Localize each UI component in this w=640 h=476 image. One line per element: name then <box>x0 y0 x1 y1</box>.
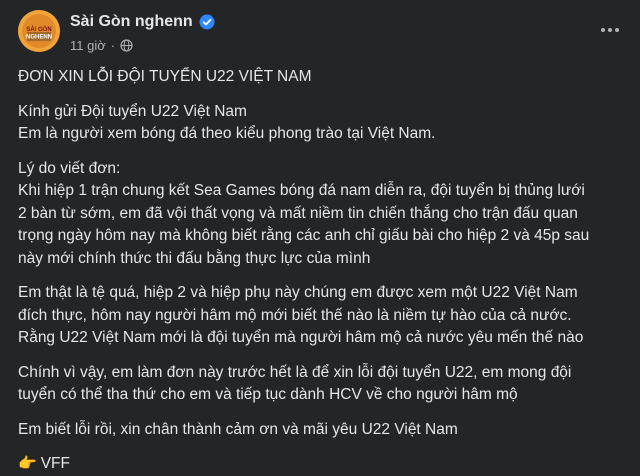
paragraph-closing: Em biết lỗi rồi, xin chân thành cảm ơn v… <box>18 419 628 442</box>
text-line: Rằng U22 Việt Nam mới là đội tuyển mà ng… <box>18 329 584 346</box>
text-line: tuyển có thể tha thứ cho em và tiếp tục … <box>18 386 518 403</box>
more-options-button[interactable] <box>596 20 624 40</box>
post-title: ĐƠN XIN LỖI ĐỘI TUYỂN U22 VIỆT NAM <box>18 68 312 85</box>
text-line: này mới chính thức thi đấu bằng thực lực… <box>18 249 371 267</box>
paragraph-apology: Em thật là tệ quá, hiệp 2 và hiệp phụ nà… <box>18 282 628 350</box>
avatar-text-bottom: NGHENN <box>26 35 52 41</box>
post-body: ĐƠN XIN LỖI ĐỘI TUYỂN U22 VIỆT NAM Kính … <box>18 66 628 476</box>
paragraph-request: Chính vì vậy, em làm đơn này trước hết l… <box>18 362 628 407</box>
text-line: Chính vì vậy, em làm đơn này trước hết l… <box>18 363 572 381</box>
post-timestamp[interactable]: 11 giờ <box>70 38 106 53</box>
post-title-paragraph: ĐƠN XIN LỖI ĐỘI TUYỂN U22 VIỆT NAM <box>18 66 628 89</box>
pointing-hand-icon: 👉 <box>18 455 37 472</box>
page-avatar[interactable]: SÀI GÒN NGHENN <box>18 10 60 52</box>
paragraph-reason: Lý do viết đơn: Khi hiệp 1 trận chung kế… <box>18 158 628 271</box>
more-options-icon <box>601 28 605 32</box>
text-line: Khi hiệp 1 trận chung kết Sea Games bóng… <box>18 182 585 199</box>
post-meta: 11 giờ · <box>70 38 133 53</box>
text-line: đích thực, hôm nay người hâm mộ mới biết… <box>18 306 572 324</box>
paragraph-greeting: Kính gửi Đội tuyển U22 Việt Nam Em là ng… <box>18 101 628 146</box>
globe-icon[interactable] <box>120 39 133 52</box>
text-line: Kính gửi Đội tuyển U22 Việt Nam <box>18 102 247 120</box>
name-row: Sài Gòn nghenn <box>70 13 215 31</box>
text-line: 2 bàn từ sớm, em đã vội thất vọng và mất… <box>18 204 578 222</box>
text-line: Lý do viết đơn: <box>18 159 121 177</box>
avatar-text-top: SÀI GÒN <box>26 25 51 33</box>
signature-line: 👉 VFF <box>18 453 628 476</box>
text-line: Em là người xem bóng đá theo kiểu phong … <box>18 125 436 142</box>
signature-text: VFF <box>40 455 70 472</box>
text-line: Em biết lỗi rồi, xin chân thành cảm ơn v… <box>18 420 458 438</box>
page-name[interactable]: Sài Gòn nghenn <box>70 13 193 31</box>
meta-separator: · <box>110 38 116 53</box>
verified-badge-icon <box>199 14 215 30</box>
text-line: Em thật là tệ quá, hiệp 2 và hiệp phụ nà… <box>18 284 578 301</box>
text-line: trọng ngày hôm nay mà không biết rằng cá… <box>18 227 590 244</box>
post-header: SÀI GÒN NGHENN Sài Gòn nghenn 11 giờ · <box>0 0 640 62</box>
